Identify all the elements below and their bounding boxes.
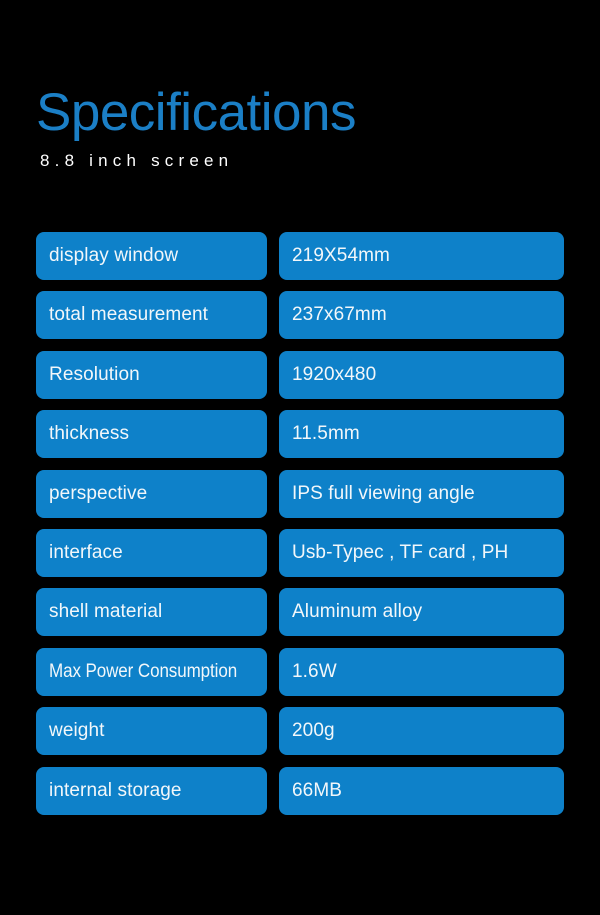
spec-value-text: 66MB (292, 779, 343, 801)
spec-value-text: 1920x480 (292, 363, 377, 385)
spec-label-text: Max Power Consumption (49, 660, 238, 682)
spec-label-cell: shell material (36, 588, 267, 637)
spec-label-text: total measurement (49, 304, 209, 326)
spec-value-cell: 237x67mm (279, 291, 564, 340)
spec-label-text: Resolution (49, 363, 140, 385)
spec-label-cell: perspective (36, 469, 267, 518)
table-row: interface Usb-Typec , TF card , PH (36, 528, 564, 577)
page-subtitle: 8.8 inch screen (40, 151, 234, 170)
spec-value-text: Aluminum alloy (292, 601, 423, 623)
table-row: shell material Aluminum alloy (36, 588, 564, 637)
spec-label-cell: interface (36, 528, 267, 577)
spec-label-cell: internal storage (36, 766, 267, 815)
spec-value-text: 1.6W (292, 660, 337, 682)
specifications-table: display window 219X54mm total measuremen… (36, 232, 564, 815)
spec-value-cell: 1920x480 (279, 350, 564, 399)
table-row: display window 219X54mm (36, 232, 564, 280)
specifications-page: Specifications 8.8 inch screen display w… (0, 0, 600, 915)
table-row: perspective IPS full viewing angle (36, 469, 564, 518)
spec-label-cell: total measurement (36, 291, 267, 340)
spec-label-cell: weight (36, 707, 267, 756)
spec-value-cell: Usb-Typec , TF card , PH (279, 528, 564, 577)
spec-value-cell: 219X54mm (279, 232, 564, 280)
spec-label-text: shell material (49, 601, 163, 623)
table-row: Resolution 1920x480 (36, 350, 564, 399)
table-row: internal storage 66MB (36, 766, 564, 815)
spec-label-cell: display window (36, 232, 267, 280)
spec-value-cell: 1.6W (279, 647, 564, 696)
spec-label-text: display window (49, 245, 179, 266)
spec-value-text: Usb-Typec , TF card , PH (292, 541, 509, 563)
spec-value-cell: 66MB (279, 766, 564, 815)
table-row: total measurement 237x67mm (36, 291, 564, 340)
spec-label-text: thickness (49, 423, 130, 445)
spec-value-cell: Aluminum alloy (279, 588, 564, 637)
spec-label-text: perspective (49, 482, 148, 504)
spec-label-text: weight (49, 720, 105, 742)
page-title: Specifications (36, 83, 357, 142)
table-row: Max Power Consumption 1.6W (36, 647, 564, 696)
table-row: thickness 11.5mm (36, 410, 564, 459)
spec-label-text: interface (49, 541, 123, 563)
spec-label-cell: thickness (36, 410, 267, 459)
spec-value-text: IPS full viewing angle (292, 482, 475, 504)
spec-value-text: 11.5mm (292, 423, 360, 445)
spec-value-text: 219X54mm (292, 245, 390, 266)
spec-value-text: 237x67mm (292, 304, 387, 326)
spec-label-cell: Resolution (36, 350, 267, 399)
spec-value-text: 200g (292, 720, 335, 742)
page-header: Specifications 8.8 inch screen (36, 84, 566, 173)
spec-value-cell: 11.5mm (279, 410, 564, 459)
spec-label-text: internal storage (49, 779, 182, 801)
spec-value-cell: 200g (279, 707, 564, 756)
spec-value-cell: IPS full viewing angle (279, 469, 564, 518)
spec-label-cell: Max Power Consumption (36, 647, 267, 696)
table-row: weight 200g (36, 707, 564, 756)
